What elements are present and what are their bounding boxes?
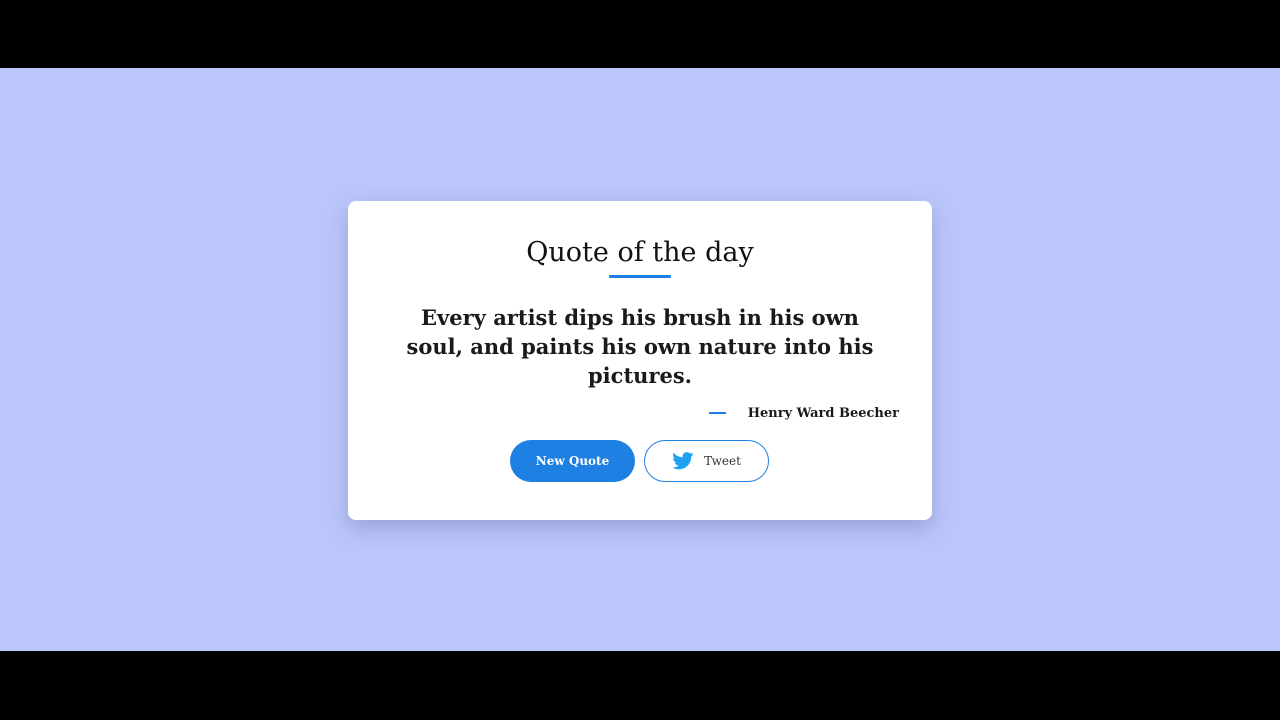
tweet-button[interactable]: Tweet <box>644 440 769 482</box>
author-row: Henry Ward Beecher <box>708 403 899 423</box>
title-underline <box>609 275 671 278</box>
card-title: Quote of the day <box>526 237 754 268</box>
quote-author: Henry Ward Beecher <box>747 405 899 421</box>
tweet-label: Tweet <box>704 454 741 468</box>
quote-card: Quote of the day Every artist dips his b… <box>348 201 932 520</box>
new-quote-label: New Quote <box>535 454 610 468</box>
page-background: Quote of the day Every artist dips his b… <box>0 68 1280 651</box>
new-quote-button[interactable]: New Quote <box>510 440 635 482</box>
twitter-bird-icon <box>672 452 694 470</box>
quote-text: Every artist dips his brush in his own s… <box>406 305 874 388</box>
author-dash <box>708 412 726 414</box>
